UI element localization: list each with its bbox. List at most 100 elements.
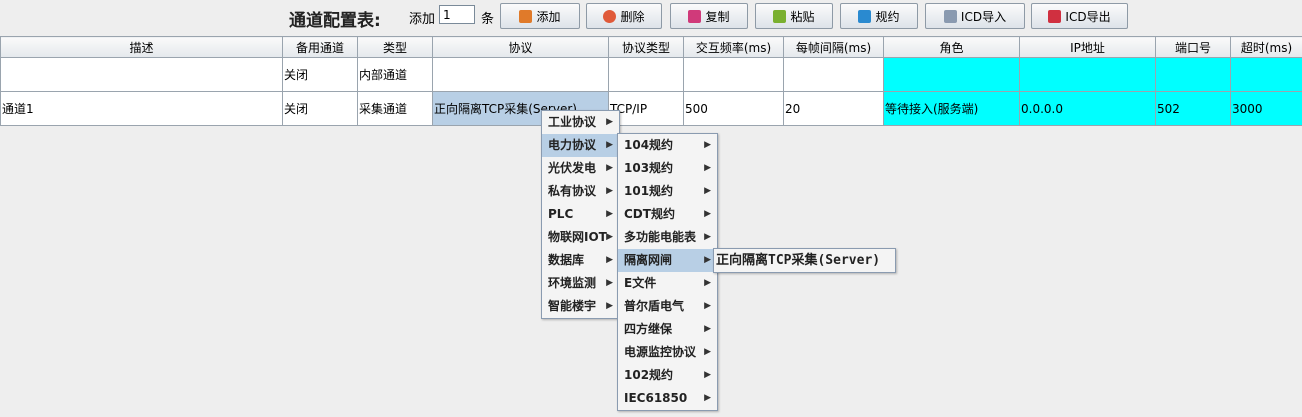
menu-item-puerdun[interactable]: 普尔盾电气 ▶	[618, 295, 717, 318]
menu-item-label: CDT规约	[624, 207, 675, 221]
icd-import-label: ICD导入	[960, 9, 1007, 24]
icd-export-label: ICD导出	[1065, 9, 1111, 24]
menu-item-environment-monitoring[interactable]: 环境监测 ▶	[542, 272, 619, 295]
menu-item-e-file[interactable]: E文件 ▶	[618, 272, 717, 295]
menu-item-label: IEC61850	[624, 391, 688, 405]
menu-item-label: 工业协议	[548, 115, 597, 129]
delete-button[interactable]: 删除	[586, 3, 662, 29]
cell-protocol[interactable]	[432, 57, 609, 92]
col-header-protocol[interactable]: 协议	[432, 36, 609, 58]
col-header-type[interactable]: 类型	[357, 36, 433, 58]
protocol-category-menu: 工业协议 ▶ 电力协议 ▶ 光伏发电 ▶ 私有协议 ▶ PLC ▶ 物联网IOT ▶ 数据库…	[541, 110, 620, 319]
col-header-timeout[interactable]: 超时(ms)	[1230, 36, 1302, 58]
menu-item-label: 103规约	[624, 161, 674, 175]
menu-item-private-protocol[interactable]: 私有协议 ▶	[542, 180, 619, 203]
menu-item-sifang[interactable]: 四方继保 ▶	[618, 318, 717, 341]
col-header-port[interactable]: 端口号	[1155, 36, 1231, 58]
chevron-right-icon: ▶	[704, 140, 711, 150]
cell-timeout[interactable]	[1230, 57, 1302, 92]
menu-item-iec61850[interactable]: IEC61850 ▶	[618, 387, 717, 410]
copy-button[interactable]: 复制	[670, 3, 748, 29]
menu-item-isolation-gateway[interactable]: 隔离网闸 ▶	[618, 249, 717, 272]
cell-timeout[interactable]: 3000	[1230, 91, 1302, 126]
channel-config-table: 描述 备用通道 类型 协议 协议类型 交互频率(ms) 每帧间隔(ms) 角色 …	[0, 36, 1302, 126]
cell-description[interactable]: 通道1	[0, 91, 283, 126]
add-count-input[interactable]	[439, 5, 475, 24]
chevron-right-icon: ▶	[704, 163, 711, 173]
copy-icon	[688, 9, 702, 23]
cell-type[interactable]: 内部通道	[357, 57, 433, 92]
isolation-gateway-submenu: 正向隔离TCP采集(Server)	[713, 248, 896, 273]
cell-backup-channel[interactable]: 关闭	[282, 91, 358, 126]
cell-type[interactable]: 采集通道	[357, 91, 433, 126]
menu-item-label: 智能楼宇	[548, 299, 597, 313]
cell-frame-interval[interactable]: 20	[783, 91, 884, 126]
col-header-ip-address[interactable]: IP地址	[1019, 36, 1156, 58]
menu-item-102[interactable]: 102规约 ▶	[618, 364, 717, 387]
chevron-right-icon: ▶	[606, 117, 613, 127]
menu-item-multifunction-meter[interactable]: 多功能电能表 ▶	[618, 226, 717, 249]
menu-item-forward-isolation-tcp-server[interactable]: 正向隔离TCP采集(Server)	[714, 249, 895, 272]
menu-item-103[interactable]: 103规约 ▶	[618, 157, 717, 180]
menu-item-label: 光伏发电	[548, 161, 597, 175]
menu-item-label: 多功能电能表	[624, 230, 697, 244]
icd-export-button[interactable]: ICD导出	[1031, 3, 1128, 29]
chevron-right-icon: ▶	[704, 370, 711, 380]
menu-item-label: 私有协议	[548, 184, 597, 198]
menu-item-smart-building[interactable]: 智能楼宇 ▶	[542, 295, 619, 318]
chevron-right-icon: ▶	[704, 278, 711, 288]
table-row[interactable]: 通道1 关闭 采集通道 正向隔离TCP采集(Server) TCP/IP 500…	[0, 91, 1302, 126]
cell-ip-address[interactable]: 0.0.0.0	[1019, 91, 1156, 126]
cell-description[interactable]	[0, 57, 283, 92]
cell-port[interactable]: 502	[1155, 91, 1231, 126]
add-button-label: 添加	[536, 9, 561, 24]
menu-item-database[interactable]: 数据库 ▶	[542, 249, 619, 272]
chevron-right-icon: ▶	[606, 186, 613, 196]
cell-port[interactable]	[1155, 57, 1231, 92]
table-row[interactable]: 关闭 内部通道	[0, 57, 1302, 92]
menu-item-plc[interactable]: PLC ▶	[542, 203, 619, 226]
page-title: 通道配置表:	[289, 11, 381, 31]
add-count-label: 添加	[409, 12, 436, 27]
cell-role[interactable]	[883, 57, 1020, 92]
chevron-right-icon: ▶	[606, 255, 613, 265]
cell-backup-channel[interactable]: 关闭	[282, 57, 358, 92]
table-header-row: 描述 备用通道 类型 协议 协议类型 交互频率(ms) 每帧间隔(ms) 角色 …	[0, 36, 1302, 58]
menu-item-cdt[interactable]: CDT规约 ▶	[618, 203, 717, 226]
menu-item-photovoltaic[interactable]: 光伏发电 ▶	[542, 157, 619, 180]
chevron-right-icon: ▶	[606, 140, 613, 150]
icd-import-button[interactable]: ICD导入	[925, 3, 1025, 29]
menu-item-power-protocol[interactable]: 电力协议 ▶	[542, 134, 619, 157]
chevron-right-icon: ▶	[606, 301, 613, 311]
menu-item-101[interactable]: 101规约 ▶	[618, 180, 717, 203]
add-icon	[519, 9, 533, 23]
col-header-interaction-frequency[interactable]: 交互频率(ms)	[683, 36, 784, 58]
menu-item-power-monitoring[interactable]: 电源监控协议 ▶	[618, 341, 717, 364]
menu-item-label: 普尔盾电气	[624, 299, 685, 313]
chevron-right-icon: ▶	[704, 255, 711, 265]
paste-button[interactable]: 粘贴	[755, 3, 833, 29]
cell-role[interactable]: 等待接入(服务端)	[883, 91, 1020, 126]
menu-item-industrial-protocol[interactable]: 工业协议 ▶	[542, 111, 619, 134]
menu-item-label: PLC	[548, 207, 574, 221]
protocol-button[interactable]: 规约	[840, 3, 918, 29]
chevron-right-icon: ▶	[704, 186, 711, 196]
menu-item-label: 物联网IOT	[548, 230, 607, 244]
col-header-backup-channel[interactable]: 备用通道	[282, 36, 358, 58]
chevron-right-icon: ▶	[704, 301, 711, 311]
col-header-description[interactable]: 描述	[0, 36, 283, 58]
cell-protocol-type[interactable]	[608, 57, 684, 92]
menu-item-label: 电源监控协议	[624, 345, 697, 359]
database-import-icon	[943, 9, 957, 23]
col-header-role[interactable]: 角色	[883, 36, 1020, 58]
cell-interaction-frequency[interactable]	[683, 57, 784, 92]
cell-frame-interval[interactable]	[783, 57, 884, 92]
col-header-protocol-type[interactable]: 协议类型	[608, 36, 684, 58]
cell-interaction-frequency[interactable]: 500	[683, 91, 784, 126]
cell-ip-address[interactable]	[1019, 57, 1156, 92]
col-header-frame-interval[interactable]: 每帧间隔(ms)	[783, 36, 884, 58]
menu-item-104[interactable]: 104规约 ▶	[618, 134, 717, 157]
add-button[interactable]: 添加	[500, 3, 580, 29]
menu-item-iot[interactable]: 物联网IOT ▶	[542, 226, 619, 249]
chevron-right-icon: ▶	[704, 324, 711, 334]
